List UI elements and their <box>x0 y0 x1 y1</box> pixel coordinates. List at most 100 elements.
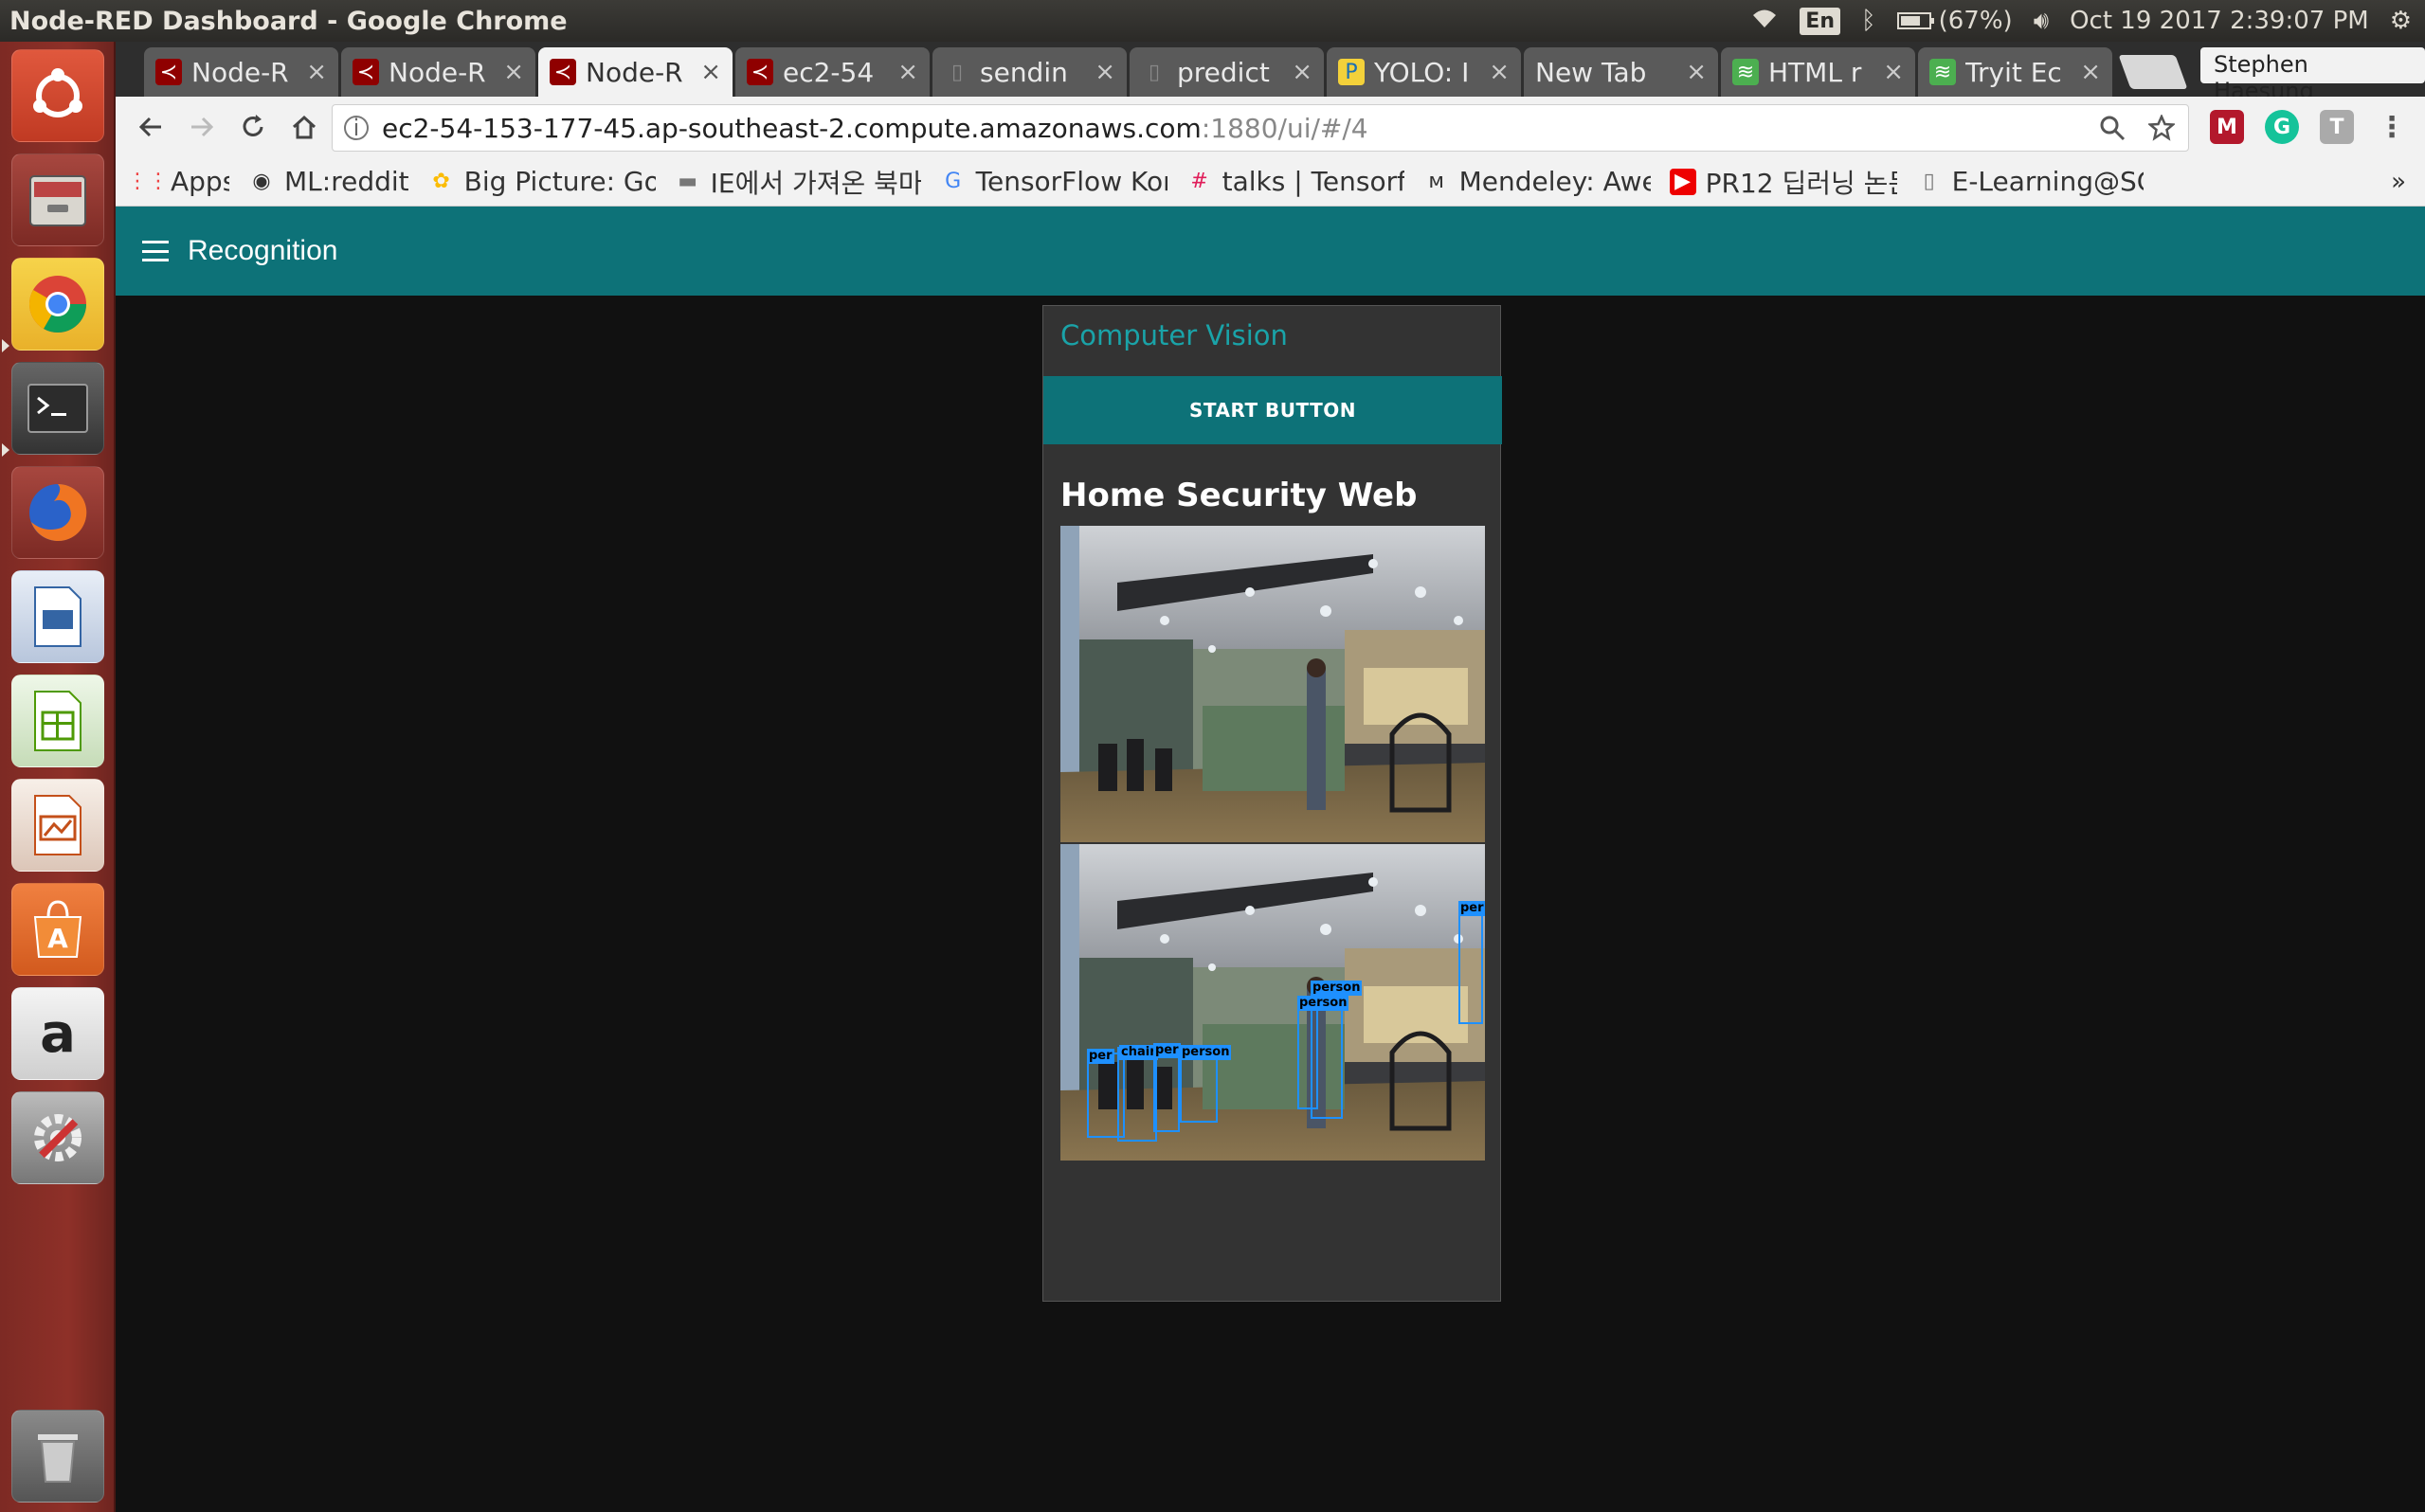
terminal-launcher-icon[interactable] <box>11 362 104 455</box>
detection-label: per <box>1153 1043 1181 1058</box>
section-title: Home Security Web <box>1060 477 1418 514</box>
url-host: ec2-54-153-177-45.ap-southeast-2.compute… <box>382 112 1202 144</box>
address-bar[interactable]: i ec2-54-153-177-45.ap-southeast-2.compu… <box>332 104 2189 152</box>
folder-icon: ▬ <box>678 170 698 193</box>
window-title: Node-RED Dashboard - Google Chrome <box>9 6 568 36</box>
google-photos-icon: ✿ <box>432 170 450 193</box>
tab-close-icon[interactable]: × <box>2080 58 2101 86</box>
tab-close-icon[interactable]: × <box>1489 58 1510 86</box>
detection-label: chair <box>1119 1045 1158 1060</box>
tryit-icon: ≋ <box>1732 59 1759 85</box>
system-top-panel: Node-RED Dashboard - Google Chrome En ᛒ … <box>0 0 2425 42</box>
site-info-icon[interactable]: i <box>344 115 369 141</box>
browser-tab[interactable]: ≺ Node-R × <box>341 47 535 97</box>
libreoffice-writer-launcher-icon[interactable] <box>11 570 104 663</box>
menu-hamburger-icon[interactable] <box>142 241 169 261</box>
keyboard-layout-indicator[interactable]: En <box>1800 7 1840 35</box>
files-launcher-icon[interactable] <box>11 153 104 246</box>
bookmark-item[interactable]: ▶ PR12 딥러닝 논문 <box>1669 163 1897 201</box>
bookmark-label: Big Picture: Goo <box>463 166 656 197</box>
bookmarks-overflow-chevron-icon[interactable]: » <box>2391 168 2406 196</box>
dashboard-toolbar: Recognition <box>116 207 2425 296</box>
browser-tab[interactable]: ≺ Node-R × <box>538 47 733 97</box>
bookmark-label: E-Learning@SCB <box>1951 166 2144 197</box>
detection-label: per <box>1458 901 1485 916</box>
bluetooth-icon[interactable]: ᛒ <box>1861 7 1876 35</box>
battery-indicator[interactable]: (67%) <box>1896 7 2013 35</box>
profile-button[interactable]: Stephen Haesung <box>2200 47 2425 104</box>
chrome-launcher-icon[interactable] <box>11 258 104 351</box>
svg-text:A: A <box>47 923 68 954</box>
grammarly-extension-icon[interactable]: G <box>2265 110 2299 144</box>
yolo-icon: P <box>1338 59 1365 85</box>
node-red-icon: ≺ <box>747 59 773 85</box>
libreoffice-calc-launcher-icon[interactable] <box>11 675 104 767</box>
bookmark-item[interactable]: # talks | Tensorflo <box>1186 166 1403 197</box>
forward-arrow-icon <box>191 117 214 137</box>
trash-launcher-icon[interactable] <box>11 1410 104 1503</box>
bookmark-label: ML:reddit <box>284 166 409 197</box>
back-button[interactable] <box>125 101 176 153</box>
home-button[interactable] <box>279 101 330 153</box>
tab-close-icon[interactable]: × <box>1292 58 1312 86</box>
browser-tab[interactable]: ≋ HTML r × <box>1721 47 1915 97</box>
tab-close-icon[interactable]: × <box>503 58 524 86</box>
reload-icon <box>243 115 263 136</box>
tab-close-icon[interactable]: × <box>1686 58 1707 86</box>
browser-tab[interactable]: ▯ predict × <box>1130 47 1324 97</box>
system-settings-launcher-icon[interactable] <box>11 1091 104 1184</box>
reload-button[interactable] <box>227 101 279 153</box>
bookmark-label: TensorFlow Kore <box>975 166 1167 197</box>
bookmark-item[interactable]: ◉ ML:reddit <box>248 166 409 197</box>
bookmark-label: Mendeley: Awes <box>1458 166 1651 197</box>
bookmark-item[interactable]: ᴍ Mendeley: Awes <box>1423 166 1651 197</box>
browser-tab[interactable]: ≺ Node-R × <box>144 47 338 97</box>
page-icon: ▯ <box>1923 170 1935 193</box>
node-red-icon: ≺ <box>550 59 576 85</box>
browser-tab[interactable]: ▯ sendin × <box>932 47 1127 97</box>
settings-gear-icon[interactable]: ⚙ <box>2390 7 2412 35</box>
browser-tab[interactable]: ≋ Tryit Ec × <box>1918 47 2112 97</box>
forward-button[interactable] <box>176 101 227 153</box>
tab-close-icon[interactable]: × <box>1095 58 1115 86</box>
mendeley-extension-icon[interactable]: M <box>2210 110 2244 144</box>
tab-label: Node-R <box>586 56 683 88</box>
tab-close-icon[interactable]: × <box>1883 58 1904 86</box>
bookmark-item[interactable]: ✿ Big Picture: Goo <box>428 166 656 197</box>
bookmark-label: IE에서 가져온 북마 <box>710 167 921 199</box>
bookmark-item[interactable]: ▬ IE에서 가져온 북마 <box>675 163 921 201</box>
browser-tab[interactable]: New Tab × <box>1524 47 1718 97</box>
bookmark-star-icon[interactable] <box>2148 115 2175 141</box>
tab-close-icon[interactable]: × <box>897 58 918 86</box>
firefox-launcher-icon[interactable] <box>11 466 104 559</box>
chrome-menu-icon[interactable]: ⋮ <box>2375 110 2409 144</box>
ubuntu-software-launcher-icon[interactable]: A <box>11 883 104 976</box>
wifi-icon[interactable] <box>1750 7 1779 36</box>
detection-box <box>1117 1047 1157 1142</box>
browser-tab[interactable]: ≺ ec2-54 × <box>735 47 930 97</box>
browser-tab[interactable]: P YOLO: I × <box>1327 47 1521 97</box>
clock[interactable]: Oct 19 2017 2:39:07 PM <box>2070 7 2369 35</box>
detection-label: per <box>1087 1049 1114 1064</box>
bookmark-item[interactable]: G TensorFlow Kore <box>940 166 1167 197</box>
new-tab-button[interactable] <box>2118 55 2188 89</box>
tab-close-icon[interactable]: × <box>700 58 721 86</box>
tab-label: Tryit Ec <box>1965 56 2062 88</box>
amazon-launcher-icon[interactable]: a <box>11 987 104 1080</box>
ubuntu-dash-button[interactable] <box>11 49 104 142</box>
volume-icon[interactable]: 🔊︎ <box>2034 7 2049 36</box>
start-button[interactable]: START BUTTON <box>1043 376 1502 444</box>
zoom-icon[interactable] <box>2099 115 2126 141</box>
home-icon <box>292 115 317 139</box>
tryit-icon: ≋ <box>1929 59 1956 85</box>
t-extension-icon[interactable]: T <box>2320 110 2354 144</box>
tab-close-icon[interactable]: × <box>306 58 327 86</box>
url-path: :1880/ui/#/4 <box>1201 112 1368 144</box>
tab-label: Node-R <box>191 56 289 88</box>
bookmark-item[interactable]: ⋮⋮Apps <box>135 166 229 197</box>
bookmark-item[interactable]: ▯ E-Learning@SCB <box>1916 166 2144 197</box>
libreoffice-impress-launcher-icon[interactable] <box>11 779 104 872</box>
detection-box <box>1458 901 1483 1024</box>
slack-icon: # <box>1190 170 1208 193</box>
youtube-icon: ▶ <box>1669 168 1696 195</box>
